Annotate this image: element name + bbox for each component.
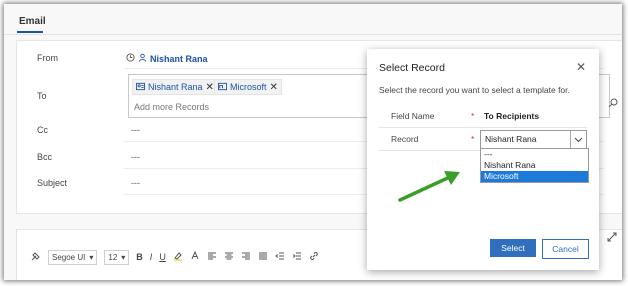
dropdown-option[interactable]: Nishant Rana: [481, 160, 588, 171]
divider: [379, 127, 587, 128]
align-right-icon[interactable]: [241, 251, 251, 263]
editor-toolbar: Segoe UI ▾ 12 ▾ B I U: [31, 248, 319, 266]
field-name-value: To Recipients: [484, 111, 540, 121]
align-center-icon[interactable]: [224, 251, 234, 263]
to-label: To: [37, 91, 47, 101]
font-family-value: Segoe UI: [52, 252, 86, 262]
account-icon: [218, 82, 227, 93]
justify-icon[interactable]: [258, 251, 268, 263]
bold-button[interactable]: B: [136, 252, 143, 262]
record-select[interactable]: Nishant Rana: [480, 130, 587, 149]
format-painter-icon[interactable]: [31, 251, 41, 263]
font-family-select[interactable]: Segoe UI ▾: [48, 249, 98, 265]
chevron-down-icon[interactable]: [570, 131, 586, 148]
chevron-down-icon: ▾: [121, 252, 126, 262]
chevron-down-icon: ▾: [89, 252, 94, 262]
font-size-select[interactable]: 12 ▾: [104, 249, 130, 265]
tab-email[interactable]: Email: [19, 16, 46, 27]
bcc-value[interactable]: ---: [131, 152, 140, 162]
record-label: Record: [391, 134, 419, 144]
outdent-icon[interactable]: [274, 251, 285, 263]
from-value[interactable]: Nishant Rana: [150, 54, 208, 64]
required-marker: *: [471, 111, 475, 121]
contact-card-icon: [136, 82, 145, 93]
subject-value[interactable]: ---: [131, 178, 140, 188]
link-icon[interactable]: [309, 251, 319, 263]
chip-label: Nishant Rana: [148, 82, 203, 92]
to-chip-nishant[interactable]: Nishant Rana ✕: [132, 79, 218, 95]
cancel-button[interactable]: Cancel: [542, 239, 589, 259]
font-color-icon[interactable]: [190, 250, 200, 263]
field-name-label: Field Name: [391, 111, 435, 121]
font-size-value: 12: [108, 252, 118, 262]
clock-icon: [126, 53, 135, 64]
dialog-subtitle: Select the record you want to select a t…: [379, 85, 570, 95]
record-dropdown-list: --- Nishant Rana Microsoft: [480, 148, 589, 183]
annotation-arrow-icon: [398, 171, 460, 202]
dropdown-option[interactable]: ---: [481, 149, 588, 160]
from-label: From: [37, 53, 58, 63]
select-button[interactable]: Select: [490, 239, 536, 257]
select-record-dialog: Select Record ✕ Select the record you wa…: [367, 49, 599, 270]
close-icon[interactable]: ✕: [576, 60, 586, 74]
add-more-records[interactable]: Add more Records: [134, 102, 209, 112]
remove-icon[interactable]: ✕: [206, 82, 214, 93]
dropdown-option-highlighted[interactable]: Microsoft: [481, 171, 588, 182]
italic-button[interactable]: I: [150, 252, 153, 262]
subject-label: Subject: [37, 178, 68, 188]
align-left-icon[interactable]: [207, 251, 217, 263]
to-chip-microsoft[interactable]: Microsoft ✕: [214, 79, 282, 95]
underline-button[interactable]: U: [159, 252, 166, 262]
tab-underline: [17, 31, 43, 33]
from-field[interactable]: Nishant Rana: [126, 53, 208, 64]
chip-label: Microsoft: [230, 82, 267, 92]
remove-icon[interactable]: ✕: [270, 82, 278, 93]
search-icon[interactable]: [608, 98, 618, 111]
required-marker: *: [471, 134, 475, 144]
highlight-color-icon[interactable]: [173, 251, 183, 263]
dialog-title: Select Record: [379, 62, 445, 74]
bcc-label: Bcc: [37, 152, 53, 162]
expand-icon[interactable]: [607, 232, 617, 245]
record-select-value: Nishant Rana: [485, 134, 537, 144]
indent-icon[interactable]: [292, 251, 302, 263]
tab-divider: [4, 34, 622, 35]
cc-value[interactable]: ---: [131, 125, 140, 135]
cc-label: Cc: [37, 125, 48, 135]
user-icon: [138, 53, 147, 64]
